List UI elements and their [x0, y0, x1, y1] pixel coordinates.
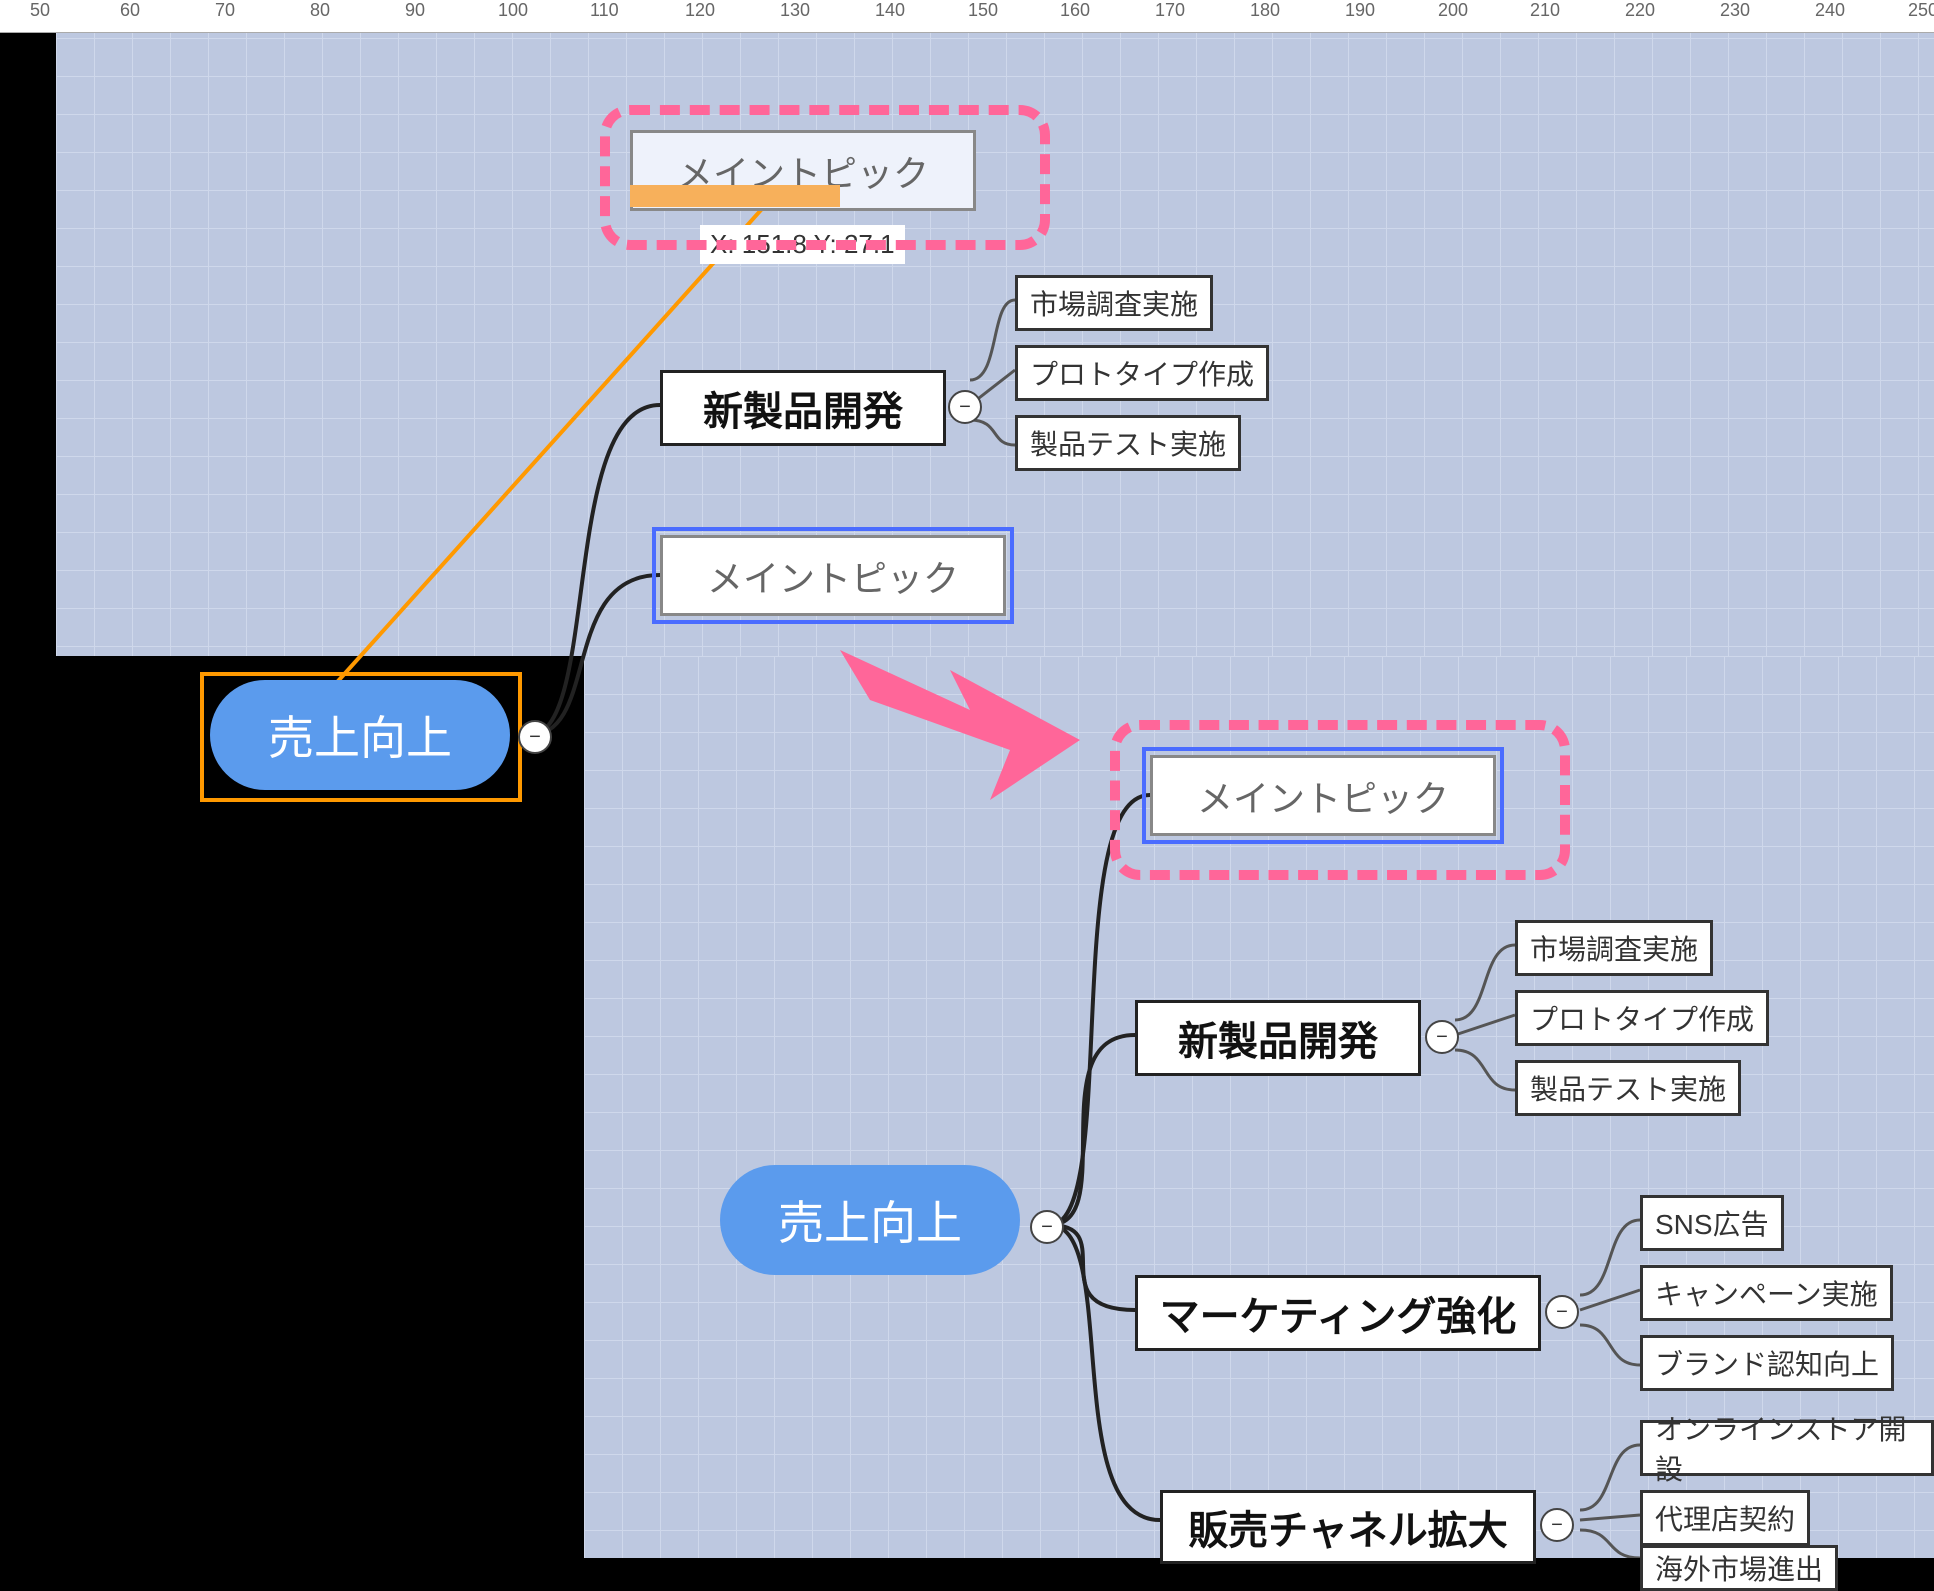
collapse-toggle[interactable]: −	[1545, 1295, 1579, 1329]
black-mask	[0, 1060, 584, 1558]
topic-marketing[interactable]: マーケティング強化	[1135, 1275, 1541, 1351]
leaf-node[interactable]: 製品テスト実施	[1515, 1060, 1741, 1116]
ruler-tick: 230	[1720, 0, 1750, 21]
ruler-tick: 160	[1060, 0, 1090, 21]
ruler-tick: 200	[1438, 0, 1468, 21]
leaf-node[interactable]: SNS広告	[1640, 1195, 1784, 1251]
leaf-node[interactable]: ブランド認知向上	[1640, 1335, 1894, 1391]
leaf-node[interactable]: 製品テスト実施	[1015, 415, 1241, 471]
collapse-toggle[interactable]: −	[1540, 1508, 1574, 1542]
root-node-top[interactable]: 売上向上	[210, 680, 510, 790]
topic-new-product-bottom[interactable]: 新製品開発	[1135, 1000, 1421, 1076]
leaf-node[interactable]: 代理店契約	[1640, 1490, 1810, 1546]
ruler-tick: 140	[875, 0, 905, 21]
horizontal-ruler: 50 60 70 80 90 100 110 120 130 140 150 1…	[0, 0, 1934, 33]
topic-channel[interactable]: 販売チャネル拡大	[1160, 1490, 1536, 1564]
collapse-toggle[interactable]: −	[1425, 1020, 1459, 1054]
coordinate-readout: X: 151.8 Y: 27.1	[700, 225, 905, 264]
ruler-tick: 250	[1908, 0, 1934, 21]
collapse-toggle[interactable]: −	[1030, 1210, 1064, 1244]
ruler-tick: 190	[1345, 0, 1375, 21]
ruler-tick: 110	[590, 0, 619, 21]
ruler-tick: 150	[968, 0, 998, 21]
main-topic-bottom[interactable]: メイントピック	[1150, 755, 1496, 836]
leaf-node[interactable]: キャンペーン実施	[1640, 1265, 1893, 1321]
leaf-node[interactable]: プロトタイプ作成	[1515, 990, 1769, 1046]
ruler-tick: 90	[405, 0, 425, 21]
drag-handle[interactable]	[630, 185, 840, 207]
ruler-tick: 170	[1155, 0, 1185, 21]
ruler-tick: 70	[215, 0, 235, 21]
leaf-node[interactable]: オンラインストア開設	[1640, 1420, 1934, 1476]
ruler-tick: 180	[1250, 0, 1280, 21]
ruler-tick: 50	[30, 0, 50, 21]
collapse-toggle[interactable]: −	[948, 390, 982, 424]
ruler-tick: 210	[1530, 0, 1560, 21]
ruler-tick: 100	[498, 0, 528, 21]
ruler-tick: 220	[1625, 0, 1655, 21]
ruler-tick: 240	[1815, 0, 1845, 21]
ruler-tick: 60	[120, 0, 140, 21]
topic-new-product-top[interactable]: 新製品開発	[660, 370, 946, 446]
ruler-tick: 80	[310, 0, 330, 21]
leaf-node[interactable]: 市場調査実施	[1015, 275, 1213, 331]
root-node-bottom[interactable]: 売上向上	[720, 1165, 1020, 1275]
leaf-node[interactable]: 海外市場進出	[1640, 1545, 1838, 1591]
leaf-node[interactable]: 市場調査実施	[1515, 920, 1713, 976]
ruler-tick: 130	[780, 0, 810, 21]
ruler-tick: 120	[685, 0, 715, 21]
main-topic-top[interactable]: メイントピック	[660, 535, 1006, 616]
collapse-toggle[interactable]: −	[518, 720, 552, 754]
leaf-node[interactable]: プロトタイプ作成	[1015, 345, 1269, 401]
